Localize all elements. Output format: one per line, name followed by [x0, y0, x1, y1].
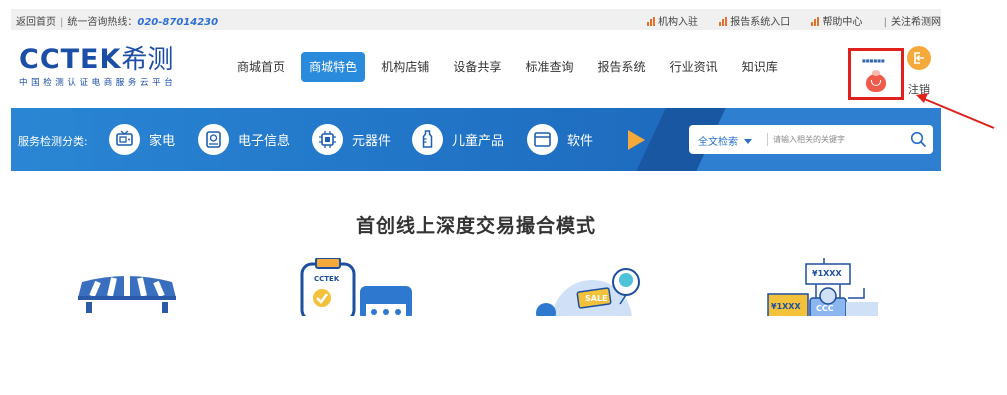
annotation-arrow [916, 93, 995, 129]
page: { "topbar": { "home_link": "返回首页", "hotl… [0, 0, 1007, 395]
